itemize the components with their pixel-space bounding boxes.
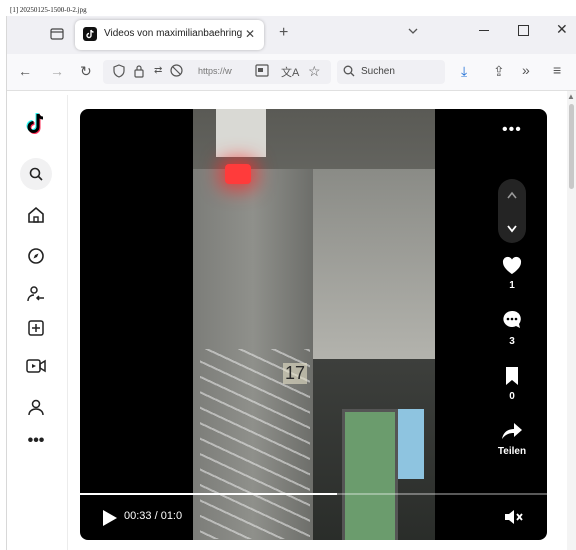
share-action[interactable]: Teilen bbox=[490, 421, 534, 457]
back-icon[interactable]: ← bbox=[18, 63, 32, 79]
next-video-icon[interactable] bbox=[506, 221, 518, 239]
video-ceiling bbox=[313, 169, 435, 359]
video-red-light bbox=[225, 164, 251, 184]
reader-view-icon[interactable] bbox=[255, 64, 269, 80]
more-icon[interactable]: ••• bbox=[23, 428, 49, 454]
video-siren bbox=[216, 109, 266, 157]
heart-icon bbox=[490, 255, 534, 280]
tab-close-icon[interactable]: ✕ bbox=[245, 27, 255, 41]
video-poster bbox=[398, 409, 424, 479]
tab-list-icon[interactable] bbox=[50, 26, 66, 42]
house-number: 17 bbox=[283, 363, 308, 384]
chevron-down-icon[interactable] bbox=[406, 24, 420, 38]
maximize-icon[interactable] bbox=[518, 25, 529, 36]
search-icon bbox=[343, 64, 355, 80]
tab-title: Videos von maximilianbaehring bbox=[104, 28, 242, 39]
bookmark-icon bbox=[490, 366, 534, 391]
url-bar[interactable]: ⇄ https://ww 文A ☆ bbox=[103, 60, 331, 84]
comment-count: 3 bbox=[509, 336, 515, 347]
share-arrow-icon bbox=[490, 421, 534, 446]
like-action[interactable]: 1 bbox=[490, 255, 534, 291]
url-text: https://ww bbox=[198, 66, 232, 76]
scroll-up-icon[interactable]: ▲ bbox=[567, 92, 575, 101]
home-icon[interactable] bbox=[23, 202, 49, 228]
previous-video-icon[interactable] bbox=[506, 187, 518, 205]
live-icon[interactable] bbox=[23, 353, 49, 379]
video-more-icon[interactable]: ••• bbox=[502, 121, 522, 139]
window-close-icon[interactable]: ✕ bbox=[556, 21, 568, 38]
sidebar-search-icon[interactable] bbox=[20, 158, 52, 190]
share-icon[interactable]: ⇪ bbox=[493, 63, 505, 80]
following-icon[interactable] bbox=[23, 281, 49, 307]
permissions-icon[interactable]: ⇄ bbox=[154, 65, 162, 76]
search-box[interactable]: Suchen bbox=[337, 60, 445, 84]
save-count: 0 bbox=[509, 391, 515, 402]
comment-action[interactable]: 3 bbox=[490, 309, 534, 347]
comment-icon bbox=[490, 309, 534, 336]
video-player[interactable]: 17 ••• 1 3 0 Teilen 00:33 / 01:0 bbox=[80, 109, 547, 540]
share-label: Teilen bbox=[497, 446, 527, 457]
translate-icon[interactable]: 文A bbox=[281, 64, 299, 80]
tiktok-logo-icon[interactable] bbox=[26, 112, 48, 141]
video-nav bbox=[498, 179, 526, 243]
search-input: Suchen bbox=[361, 66, 395, 77]
tiktok-favicon-icon bbox=[83, 27, 97, 41]
shield-icon[interactable] bbox=[113, 64, 125, 81]
progress-fill bbox=[80, 493, 337, 495]
reload-icon[interactable]: ↻ bbox=[80, 63, 92, 80]
tab-videos[interactable]: Videos von maximilianbaehring ✕ bbox=[75, 20, 264, 50]
file-caption: [1] 20250125-1500-0-2.jpg bbox=[10, 6, 87, 14]
upload-icon[interactable] bbox=[23, 315, 49, 341]
play-icon[interactable] bbox=[100, 509, 118, 532]
save-action[interactable]: 0 bbox=[490, 366, 534, 402]
new-tab-icon[interactable]: + bbox=[279, 24, 288, 42]
video-door bbox=[342, 409, 398, 540]
sidebar-divider bbox=[67, 95, 68, 550]
download-icon[interactable]: ⤓ bbox=[461, 63, 467, 80]
explore-icon[interactable] bbox=[23, 243, 49, 269]
forward-icon[interactable]: → bbox=[50, 63, 64, 79]
profile-icon[interactable] bbox=[23, 394, 49, 420]
mute-icon[interactable] bbox=[504, 509, 524, 530]
video-time: 00:33 / 01:0 bbox=[124, 510, 183, 522]
overflow-chevron-icon[interactable]: » bbox=[522, 62, 530, 78]
menu-icon[interactable]: ≡ bbox=[553, 62, 561, 78]
bookmark-star-icon[interactable]: ☆ bbox=[308, 63, 321, 80]
scrollbar-thumb[interactable] bbox=[569, 104, 574, 189]
like-count: 1 bbox=[509, 280, 515, 291]
no-autoplay-icon[interactable] bbox=[170, 64, 183, 80]
lock-icon[interactable] bbox=[133, 64, 145, 81]
minimize-icon[interactable] bbox=[479, 30, 489, 31]
